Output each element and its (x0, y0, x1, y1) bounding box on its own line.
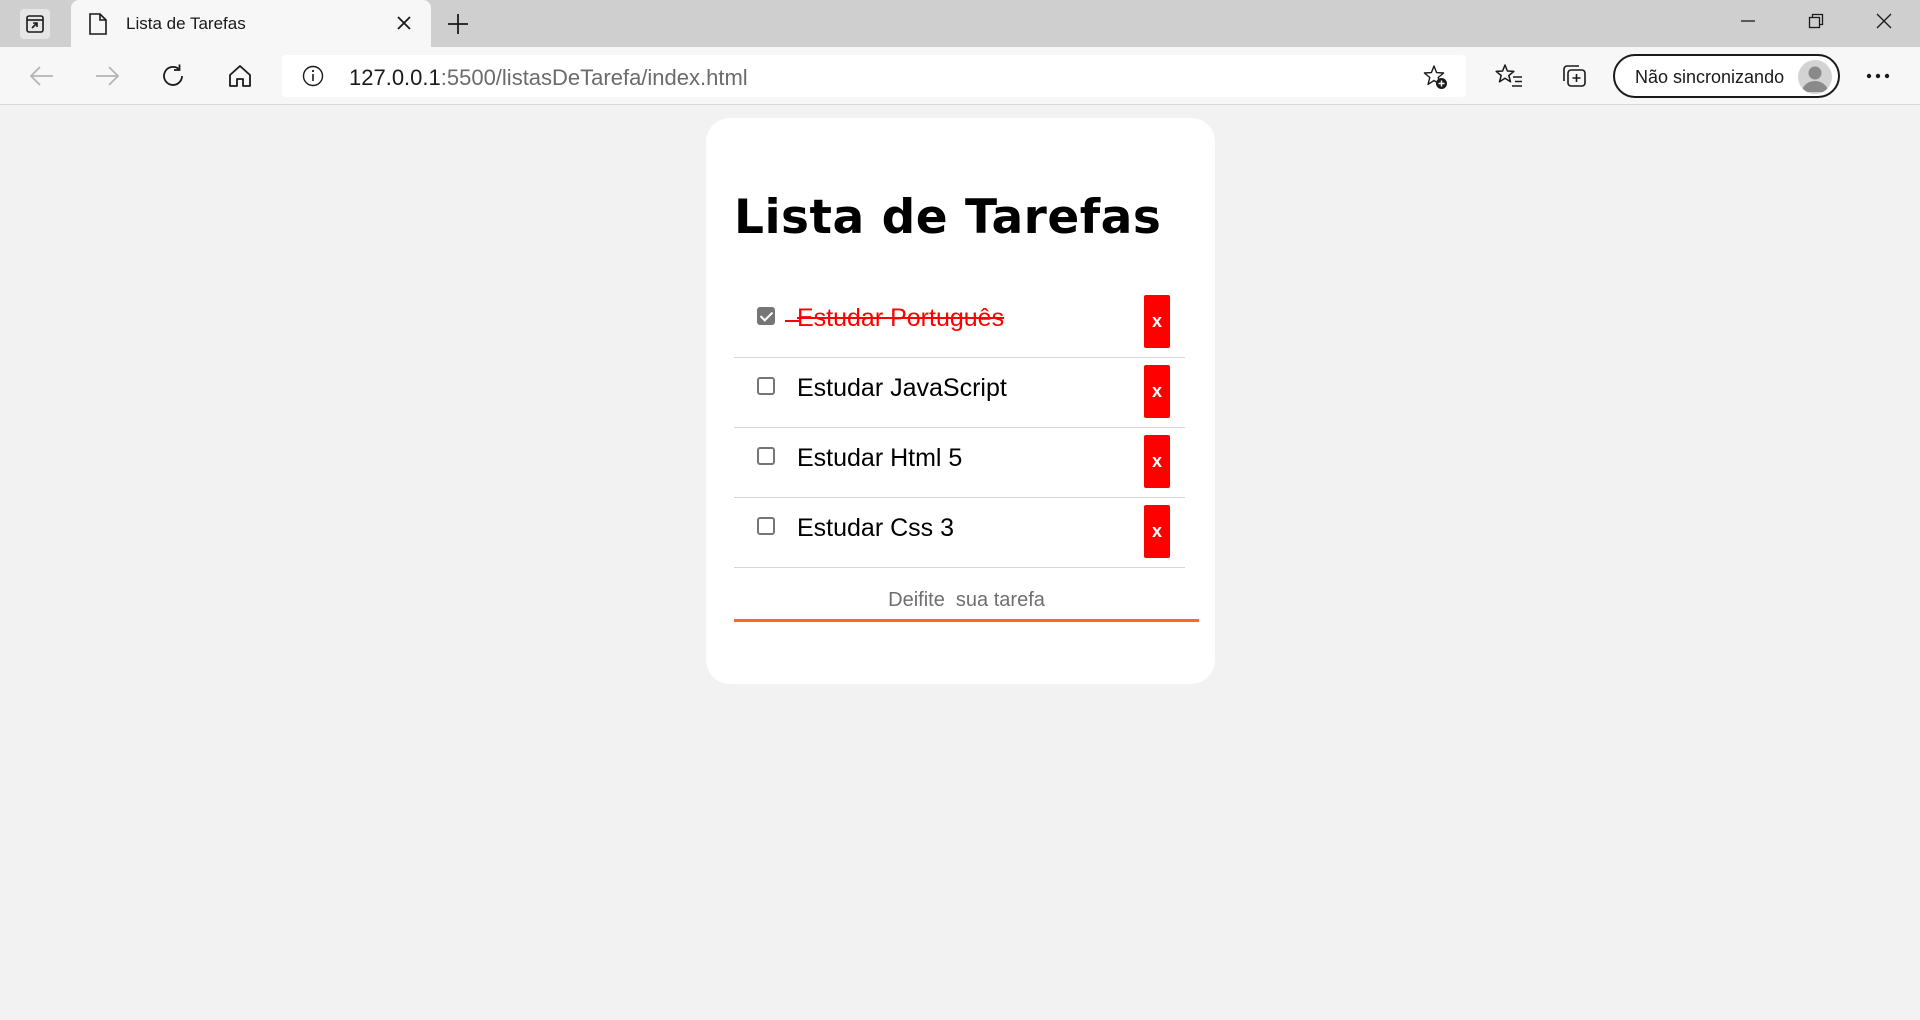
new-tab-button[interactable] (443, 9, 473, 39)
arrow-right-icon (96, 66, 120, 86)
address-bar[interactable]: 127.0.0.1:5500/listasDeTarefa/index.html (282, 55, 1466, 97)
task-checkbox[interactable] (757, 517, 775, 535)
url-path: :5500/listasDeTarefa/index.html (440, 65, 748, 90)
task-item: Estudar JavaScript x (734, 358, 1185, 428)
arrow-left-icon (29, 66, 53, 86)
home-icon (229, 65, 251, 87)
window-close-button[interactable] (1866, 6, 1902, 36)
task-checkbox[interactable] (757, 307, 775, 325)
profile-label: Não sincronizando (1635, 67, 1785, 87)
user-icon (1802, 66, 1828, 92)
collections-button[interactable] (1558, 60, 1590, 92)
active-tab[interactable]: Lista de Tarefas (71, 0, 431, 47)
task-label: Estudar JavaScript (797, 374, 1007, 402)
collections-icon (1563, 65, 1586, 87)
delete-task-button[interactable]: x (1144, 365, 1170, 418)
close-icon (1876, 13, 1892, 29)
home-button[interactable] (224, 60, 256, 92)
info-icon[interactable] (302, 65, 324, 87)
tab-strip: Lista de Tarefas (0, 0, 1920, 47)
refresh-button[interactable] (157, 60, 189, 92)
refresh-icon (163, 64, 183, 86)
address-url[interactable]: 127.0.0.1:5500/listasDeTarefa/index.html (349, 65, 748, 91)
task-item: Estudar Html 5 x (734, 428, 1185, 498)
delete-task-button[interactable]: x (1144, 295, 1170, 348)
forward-button[interactable] (91, 60, 123, 92)
back-button[interactable] (26, 60, 58, 92)
avatar (1798, 60, 1832, 94)
favorites-icon (1495, 64, 1522, 87)
task-label: Estudar Css 3 (797, 514, 955, 542)
restore-button[interactable] (1798, 6, 1834, 36)
page-title: Lista de Tarefas (734, 190, 1162, 245)
delete-task-button[interactable]: x (1144, 435, 1170, 488)
task-label: Estudar Html 5 (797, 444, 963, 472)
todo-card: Lista de Tarefas Estudar Português x Est… (706, 118, 1215, 684)
task-item: Estudar Português x (734, 288, 1185, 358)
tab-close-button[interactable] (392, 11, 416, 35)
new-task-input[interactable] (734, 582, 1199, 622)
tab-actions-button[interactable] (20, 9, 50, 39)
task-checkbox[interactable] (757, 447, 775, 465)
add-favorite-icon[interactable] (1422, 64, 1448, 90)
settings-menu-button[interactable] (1862, 60, 1894, 92)
page-icon (89, 13, 107, 35)
more-icon (1866, 73, 1890, 79)
plus-icon (448, 14, 468, 34)
task-list: Estudar Português x Estudar JavaScript x… (734, 288, 1185, 568)
url-host: 127.0.0.1 (349, 65, 441, 90)
task-label: Estudar Português (797, 304, 1005, 332)
delete-task-button[interactable]: x (1144, 505, 1170, 558)
browser-toolbar: 127.0.0.1:5500/listasDeTarefa/index.html… (0, 47, 1920, 105)
restore-icon (1808, 13, 1824, 29)
minimize-button[interactable] (1730, 6, 1766, 36)
tab-title: Lista de Tarefas (126, 14, 246, 33)
minimize-icon (1741, 20, 1755, 22)
task-item: Estudar Css 3 x (734, 498, 1185, 568)
tab-actions-icon (26, 15, 44, 33)
favorites-button[interactable] (1493, 60, 1525, 92)
task-checkbox[interactable] (757, 377, 775, 395)
profile-button[interactable]: Não sincronizando (1613, 54, 1840, 98)
close-icon (397, 16, 411, 30)
